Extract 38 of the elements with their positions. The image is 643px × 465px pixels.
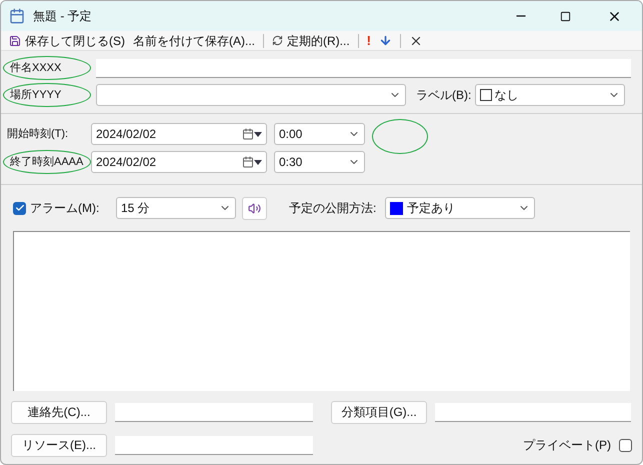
calendar-dropdown-icon	[242, 128, 262, 140]
maximize-icon[interactable]	[560, 10, 571, 22]
input-field[interactable]	[435, 402, 631, 422]
save-icon	[9, 34, 21, 46]
field-label: 件名XXXX	[3, 56, 91, 80]
alarm-label: アラーム(M):	[30, 200, 100, 217]
speaker-icon	[248, 202, 261, 214]
recurrence-button[interactable]: 定期的(R)...	[268, 32, 354, 50]
private-label: プライベート(P)	[523, 437, 611, 454]
label-dropdown[interactable]: なし	[475, 84, 626, 106]
calendar-dropdown-icon	[242, 156, 262, 168]
show-as-label: 予定の公開方法:	[289, 200, 378, 217]
calendar-icon	[9, 8, 25, 24]
refresh-icon	[272, 35, 283, 46]
time-dropdown[interactable]: 0:00	[274, 123, 365, 145]
date-field[interactable]: 2024/02/02	[91, 123, 267, 145]
time-dropdown[interactable]: 0:30	[274, 151, 365, 173]
save-close-button[interactable]: 保存して閉じる(S)	[5, 32, 129, 50]
input-field[interactable]	[115, 436, 313, 454]
alarm-dropdown[interactable]: 15 分	[116, 197, 236, 219]
contacts-button[interactable]: 連絡先(C)...	[11, 400, 107, 424]
categories-button[interactable]: 分類項目(G)...	[331, 400, 427, 424]
field-label: ラベル(B):	[416, 87, 472, 104]
show-as-dropdown[interactable]: 予定あり	[385, 197, 535, 219]
annotation-ellipse	[372, 119, 428, 154]
checkbox[interactable]	[13, 202, 26, 214]
input-field[interactable]	[115, 402, 313, 422]
window-title: 無題 - 予定	[33, 8, 92, 25]
field-label: 場所YYYY	[3, 82, 91, 108]
field-label: 開始時刻(T):	[6, 126, 70, 142]
sound-button[interactable]	[242, 196, 267, 220]
subject-field[interactable]	[96, 58, 631, 78]
checkbox[interactable]	[619, 438, 632, 452]
arrow-down-icon	[379, 34, 392, 47]
high-importance-button[interactable]: !	[362, 30, 376, 50]
resources-button[interactable]: リソース(E)...	[11, 434, 107, 456]
date-field[interactable]: 2024/02/02	[91, 151, 267, 173]
save-as-button[interactable]: 名前を付けて保存(A)...	[129, 32, 259, 50]
